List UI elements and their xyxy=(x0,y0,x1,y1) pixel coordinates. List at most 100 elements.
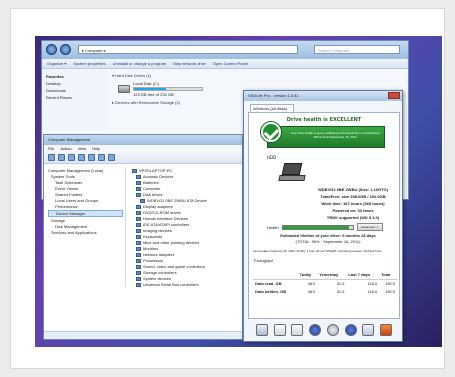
dialog-titlebar: SSDLife Pro - version 2.3.41 xyxy=(244,91,402,101)
device-row[interactable]: Disk drives xyxy=(132,192,238,197)
device-row[interactable]: IDE ATA/ATAPI controllers xyxy=(132,222,238,227)
device-label: Batteries xyxy=(143,180,159,185)
menu-action[interactable]: Action xyxy=(60,146,71,151)
device-icon xyxy=(136,204,141,209)
device-row[interactable]: Mice and other pointing devices xyxy=(132,240,238,245)
device-label: System devices xyxy=(143,276,172,281)
tree-item[interactable]: Event Viewer xyxy=(48,186,123,191)
nav-desktop[interactable]: Desktop xyxy=(46,81,102,86)
back-button[interactable] xyxy=(46,44,57,55)
device-label: IDE ATA/ATAPI controllers xyxy=(143,222,190,227)
column-header: Total xyxy=(379,271,397,280)
settings-icon[interactable] xyxy=(326,324,339,336)
tree-item[interactable]: Computer Management (Local) xyxy=(48,168,123,173)
last-update-text[interactable]: Last update: February 25, 2011 (12:30). … xyxy=(253,249,397,254)
hard-disk-icon xyxy=(118,85,130,93)
tab-windows-disks[interactable]: Windows (all disks) xyxy=(250,104,294,112)
info-icon[interactable] xyxy=(309,324,322,336)
show-hide-tree-icon[interactable] xyxy=(78,154,85,161)
scan-hardware-icon[interactable] xyxy=(108,154,115,161)
drive-work-time: Work time: 167 hours (365 hours) xyxy=(321,201,385,206)
uninstall-program-button[interactable]: Uninstall or change a program xyxy=(113,61,167,66)
device-row[interactable]: Human Interface Devices xyxy=(132,216,238,221)
device-icon xyxy=(136,282,141,287)
organize-menu[interactable]: Organize ▾ xyxy=(47,61,66,66)
device-icon xyxy=(136,246,141,251)
device-row[interactable]: VPSSLAPTOP-PC xyxy=(132,168,238,173)
device-row[interactable]: Network adapters xyxy=(132,252,238,257)
drive-free-text: 123 GB free of 232 GB xyxy=(133,92,174,97)
row-header: Data written, GB xyxy=(255,289,287,294)
document-icon[interactable] xyxy=(273,324,286,336)
mgmt-titlebar: Computer Management xyxy=(44,135,242,145)
nav-downloads[interactable]: Downloads xyxy=(46,88,102,93)
mgmt-tree: Computer Management (Local) System Tools… xyxy=(46,167,126,287)
device-row[interactable]: Storage controllers xyxy=(132,270,238,275)
device-row[interactable]: Sound, video and game controllers xyxy=(132,264,238,269)
help-tool-icon[interactable] xyxy=(98,154,105,161)
device-row[interactable]: Computer xyxy=(132,186,238,191)
device-row[interactable]: Display adapters xyxy=(132,204,238,209)
device-row[interactable]: Imaging devices xyxy=(132,228,238,233)
row-header: Data read, GB xyxy=(255,281,282,286)
drive-health-dialog: SSDLife Pro - version 2.3.41 Windows (al… xyxy=(243,90,403,342)
device-row[interactable]: DVD/CD-ROM drives xyxy=(132,210,238,215)
disk-type-label: HDD xyxy=(267,155,277,160)
device-row[interactable]: Keyboards xyxy=(132,234,238,239)
address-bar[interactable]: ▸ Computer ▸ xyxy=(78,45,298,54)
tree-item[interactable]: Shared Folders xyxy=(48,192,123,197)
refresh-icon[interactable] xyxy=(256,324,268,336)
device-row[interactable]: Acoustic Devices xyxy=(132,174,238,179)
tree-item[interactable]: Services and Applications xyxy=(48,230,123,235)
command-bar: Organize ▾ System properties Uninstall o… xyxy=(42,59,408,69)
device-label: Display adapters xyxy=(143,204,173,209)
up-tool-icon[interactable] xyxy=(68,154,75,161)
open-control-panel-button[interactable]: Open Control Panel xyxy=(213,61,248,66)
system-properties-button[interactable]: System properties xyxy=(73,61,105,66)
menu-help[interactable]: Help xyxy=(92,146,100,151)
tree-item[interactable]: Disk Management xyxy=(48,224,123,229)
document-icon[interactable] xyxy=(291,324,304,336)
tree-item[interactable]: Storage xyxy=(48,218,123,223)
device-label: Acoustic Devices xyxy=(143,174,174,179)
drive-specs: WDBVG2 0BE 2WBU (Size: 1.10GTO) Total/Fr… xyxy=(309,187,397,222)
exit-icon[interactable] xyxy=(379,324,392,336)
menu-view[interactable]: View xyxy=(78,146,87,151)
hdd-section-header[interactable]: ▾ Hard Disk Drives (1) xyxy=(112,73,308,78)
map-network-drive-button[interactable]: Map network drive xyxy=(173,61,206,66)
tree-item[interactable]: Performance xyxy=(48,204,123,209)
device-row[interactable]: WDBVG2 0BE 2WBU ATA Device xyxy=(132,198,238,203)
back-tool-icon[interactable] xyxy=(48,154,55,161)
drive-usage-bar xyxy=(133,87,203,91)
tree-item[interactable]: Task Scheduler xyxy=(48,180,123,185)
search-input[interactable]: Search Computer xyxy=(314,45,400,54)
device-icon xyxy=(136,174,141,179)
properties-tool-icon[interactable] xyxy=(88,154,95,161)
dialog-title: SSDLife Pro - version 2.3.41 xyxy=(248,93,299,98)
device-label: DVD/CD-ROM drives xyxy=(143,210,181,215)
throughput-table: Today Yesterday Last 7 days Total Data r… xyxy=(253,271,397,296)
forward-tool-icon[interactable] xyxy=(58,154,65,161)
nav-recent-places[interactable]: Recent Places xyxy=(46,95,102,100)
device-label: Storage controllers xyxy=(143,270,177,275)
nav-favorites[interactable]: Favorites xyxy=(46,74,102,79)
help-icon[interactable] xyxy=(344,324,357,336)
device-row[interactable]: System devices xyxy=(132,276,238,281)
mgmt-title: Computer Management xyxy=(48,137,91,142)
forward-button[interactable] xyxy=(60,44,71,55)
close-icon[interactable] xyxy=(388,92,400,99)
menu-file[interactable]: File xyxy=(48,146,54,151)
dialog-body: Drive health is EXCELLENT Your drive hea… xyxy=(248,112,400,319)
tree-item[interactable]: System Tools xyxy=(48,174,123,179)
address-text: ▸ Computer ▸ xyxy=(82,48,106,53)
advanced-button[interactable]: Advanced >> xyxy=(356,223,383,231)
device-row[interactable]: Monitors xyxy=(132,246,238,251)
mail-icon[interactable] xyxy=(362,324,375,336)
device-row[interactable]: Universal Serial Bus controllers xyxy=(132,282,238,287)
device-row[interactable]: Processors xyxy=(132,258,238,263)
device-row[interactable]: Batteries xyxy=(132,180,238,185)
device-icon xyxy=(136,240,141,245)
tree-item-selected[interactable]: Device Manager xyxy=(48,210,123,217)
tree-item[interactable]: Local Users and Groups xyxy=(48,198,123,203)
device-label: Network adapters xyxy=(143,252,175,257)
